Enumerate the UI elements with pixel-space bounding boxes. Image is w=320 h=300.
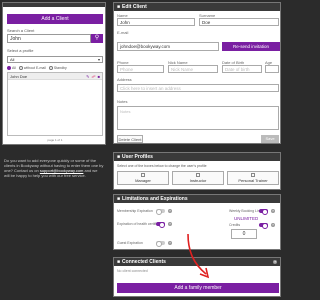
filter-standby-label: Standby	[53, 65, 67, 70]
annotation-arrow-icon	[187, 233, 210, 279]
health-toggle[interactable]	[156, 222, 165, 228]
edit-icon[interactable]: ✎	[86, 74, 89, 79]
credits-field[interactable]: 0	[231, 229, 257, 239]
checkbox-icon	[141, 173, 145, 177]
edit-client-header: ■ Edit Client	[114, 3, 280, 11]
profile-instructor[interactable]: Instructor	[172, 171, 224, 185]
limitations-header: ■ Limitations and Expirations	[114, 195, 280, 203]
add-client-button[interactable]: Add a Client	[7, 14, 103, 24]
client-list-panel: Add a Client Search a Client John ⚲ Sele…	[2, 2, 106, 145]
search-icon: ⚲	[94, 35, 100, 41]
email-field[interactable]: johndoe@bookyway.com	[117, 42, 219, 51]
dob-field[interactable]: Date of birth	[222, 65, 262, 73]
age-field[interactable]	[265, 65, 279, 73]
membership-label: Membership Expiration	[117, 209, 153, 213]
phone-field[interactable]: Phone	[117, 65, 164, 73]
panel-title: Limitations and Expirations	[122, 196, 188, 202]
filter-all[interactable]: All	[7, 65, 16, 71]
name-field[interactable]: John	[117, 18, 195, 26]
pager: page 1 of 1	[47, 138, 63, 142]
chevron-down-icon: ▾	[97, 57, 100, 62]
help-icon[interactable]: ?	[168, 222, 172, 226]
profile-select[interactable]: All ▾	[7, 56, 103, 63]
resend-invitation-button[interactable]: Re-send invitation	[222, 42, 280, 51]
user-profiles-panel: ■ User Profiles Select one of the boxes …	[113, 152, 281, 190]
filter-no-email-label: without E-mail	[23, 65, 46, 70]
panel-title: Edit Client	[122, 4, 147, 10]
filter-no-email[interactable]: without E-mail	[18, 65, 46, 71]
save-button[interactable]: Save	[261, 135, 279, 143]
user-icon: ■	[117, 4, 121, 10]
guest-toggle[interactable]	[156, 241, 165, 247]
filter-all-label: All	[12, 65, 16, 70]
help-icon[interactable]: ?	[273, 260, 277, 264]
search-button[interactable]: ⚲	[91, 34, 103, 43]
help-icon[interactable]: ?	[271, 209, 275, 213]
panel-title: User Profiles	[122, 154, 153, 160]
notes-label: Notes	[117, 99, 128, 104]
list-item[interactable]: John Doe ✎ ☍ ■	[8, 73, 102, 80]
profile-option-label: Manager	[135, 178, 151, 183]
search-input[interactable]: John	[7, 34, 91, 43]
filter-radios: All without E-mail Standby	[7, 65, 103, 71]
membership-toggle[interactable]	[156, 209, 165, 215]
panel-title: Connected Clients	[122, 259, 166, 265]
profile-option-label: Personal Trainer	[238, 178, 268, 183]
help-icon[interactable]: ?	[168, 209, 172, 213]
delete-icon[interactable]: ■	[98, 74, 100, 79]
profiles-hint: Select one of the boxes below to change …	[117, 164, 207, 168]
profile-option-label: Instructor	[189, 178, 207, 183]
radio-icon	[18, 66, 23, 71]
address-field[interactable]: Click here to insert an address	[117, 84, 279, 92]
weekly-limit-label: Weekly Booking Limit	[229, 209, 263, 213]
help-icon[interactable]: ?	[271, 223, 275, 227]
filter-standby[interactable]: Standby	[48, 65, 67, 71]
users-icon: ■	[117, 154, 121, 160]
email-label: E-mail	[117, 30, 129, 35]
profile-manager[interactable]: Manager	[117, 171, 169, 185]
search-row: John ⚲	[7, 34, 103, 43]
surname-field[interactable]: Doe	[199, 18, 279, 26]
checkbox-icon	[251, 173, 255, 177]
weekly-limit-toggle[interactable]	[259, 209, 268, 215]
profile-select-value: All	[10, 57, 15, 62]
notes-field[interactable]: Notes	[117, 106, 279, 130]
row-actions: ✎ ☍ ■	[86, 74, 100, 79]
client-list: John Doe ✎ ☍ ■	[7, 72, 103, 136]
address-label: Address	[117, 77, 132, 82]
weekly-limit-value: UNLIMITED	[234, 216, 259, 221]
edit-client-panel: ■ Edit Client Name John Surname Doe E-ma…	[113, 2, 281, 144]
bulk-import-info: Do you want to add everyone quickly or s…	[4, 158, 104, 178]
credits-toggle[interactable]	[259, 223, 268, 229]
nickname-field[interactable]: Nick Name	[168, 65, 218, 73]
radio-icon	[7, 66, 11, 71]
delete-client-button[interactable]: Delete Client	[117, 135, 143, 143]
add-family-member-button[interactable]: Add a family member	[117, 283, 279, 293]
checkbox-icon	[196, 173, 200, 177]
help-icon[interactable]: ?	[168, 241, 172, 245]
radio-icon	[48, 66, 53, 71]
profile-label: Select a profile	[7, 48, 34, 53]
left-panel-header	[3, 3, 105, 7]
guest-label: Guest Expiration	[117, 241, 143, 245]
profile-personal-trainer[interactable]: Personal Trainer	[227, 171, 279, 185]
lock-icon: ■	[117, 196, 121, 202]
credits-label: Credits	[229, 223, 241, 227]
link-icon[interactable]: ☍	[92, 74, 96, 79]
user-profiles-header: ■ User Profiles	[114, 153, 280, 161]
client-name: John Doe	[10, 73, 28, 79]
link-icon: ■	[117, 259, 121, 265]
no-connected-note: No client connected	[117, 269, 148, 273]
search-label: Search a Client	[7, 28, 35, 33]
